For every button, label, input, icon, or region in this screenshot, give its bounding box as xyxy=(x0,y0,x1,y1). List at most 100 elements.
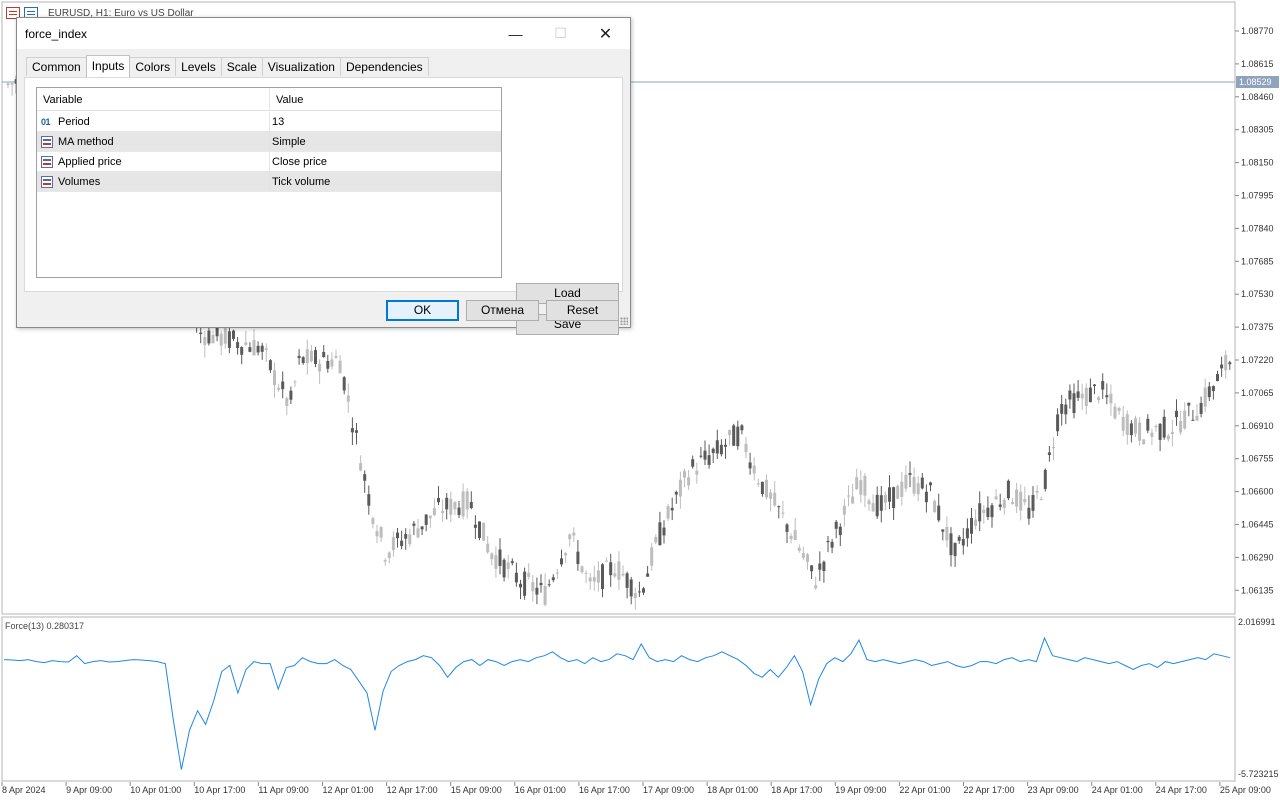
candle-body xyxy=(580,566,584,573)
table-row[interactable]: Applied price Close price xyxy=(37,152,501,172)
variable-value[interactable]: Tick volume xyxy=(269,172,501,192)
candle-body xyxy=(752,465,756,474)
candle-body xyxy=(769,492,773,499)
time-axis-label: 8 Apr 2024 xyxy=(2,785,46,795)
indicator-min-label: -5.723215 xyxy=(1238,769,1279,779)
candle-body xyxy=(1129,423,1133,436)
candle-body xyxy=(264,348,268,350)
inputs-grid: Variable Value 01 Period 13 MA method Si… xyxy=(36,87,502,278)
candle-body xyxy=(674,491,678,495)
resize-grip-icon[interactable] xyxy=(620,317,628,325)
maximize-icon[interactable]: ☐ xyxy=(538,18,583,49)
time-axis-label: 9 Apr 09:00 xyxy=(66,785,112,795)
candle-body xyxy=(732,425,736,446)
candle-body xyxy=(498,549,502,566)
variable-name: Applied price xyxy=(58,156,122,168)
price-axis-label: 1.06445 xyxy=(1241,520,1274,530)
candle-body xyxy=(949,533,953,556)
table-row[interactable]: MA method Simple xyxy=(37,132,501,152)
candle-body xyxy=(994,496,998,500)
candle-body xyxy=(453,502,457,510)
minimize-icon[interactable]: — xyxy=(493,18,538,49)
time-axis-label: 10 Apr 01:00 xyxy=(130,785,181,795)
time-axis-label: 16 Apr 17:00 xyxy=(579,785,630,795)
candle-body xyxy=(412,523,416,526)
candle-body xyxy=(990,505,994,518)
candle-body xyxy=(765,479,768,498)
candle-body xyxy=(478,521,481,538)
variable-value[interactable]: 13 xyxy=(269,112,501,132)
candle-body xyxy=(416,528,420,538)
candle-body xyxy=(588,577,592,582)
candle-body xyxy=(223,328,227,344)
price-axis-label: 1.06910 xyxy=(1241,421,1274,431)
header-value[interactable]: Value xyxy=(269,88,501,111)
candle-body xyxy=(953,542,957,557)
candle-body xyxy=(1158,423,1162,440)
reset-button[interactable]: Reset xyxy=(546,300,619,321)
dialog-titlebar[interactable]: force_index — ☐ ✕ xyxy=(17,18,630,49)
candle-body xyxy=(564,553,568,556)
ok-button[interactable]: OK xyxy=(386,300,459,321)
price-axis-label: 1.08460 xyxy=(1241,92,1274,102)
force-index-chart[interactable]: 2.016991 -5.723215 xyxy=(0,616,1280,782)
candle-body xyxy=(1064,404,1068,415)
tab-levels[interactable]: Levels xyxy=(175,57,222,76)
tab-colors[interactable]: Colors xyxy=(129,57,177,76)
candle-body xyxy=(1072,393,1076,414)
candle-body xyxy=(273,370,276,386)
candle-body xyxy=(937,505,941,521)
table-row[interactable]: 01 Period 13 xyxy=(37,112,501,132)
variable-value[interactable]: Close price xyxy=(269,152,501,172)
candle-body xyxy=(359,463,363,471)
candle-body xyxy=(383,559,387,562)
tab-scale[interactable]: Scale xyxy=(220,57,263,76)
price-axis-label: 1.07840 xyxy=(1241,223,1274,233)
candle-body xyxy=(736,426,740,447)
close-icon[interactable]: ✕ xyxy=(583,18,628,49)
candle-body xyxy=(941,529,945,532)
time-axis-label: 18 Apr 01:00 xyxy=(707,785,758,795)
candle-body xyxy=(773,492,777,506)
table-row[interactable]: Volumes Tick volume xyxy=(37,172,501,192)
candle-body xyxy=(609,562,613,576)
candle-body xyxy=(428,515,432,519)
candle-body xyxy=(244,342,248,345)
candle-body xyxy=(838,526,842,536)
candle-body xyxy=(629,579,633,597)
header-variable[interactable]: Variable xyxy=(37,88,269,111)
candle-body xyxy=(285,398,289,407)
variable-value[interactable]: Simple xyxy=(269,132,501,152)
candle-body xyxy=(305,349,309,364)
candle-body xyxy=(613,573,617,577)
cancel-button[interactable]: Отмена xyxy=(466,300,539,321)
candle-body xyxy=(318,363,322,372)
candle-body xyxy=(1179,420,1183,433)
current-price-label: 1.08529 xyxy=(1239,77,1272,87)
candle-body xyxy=(1105,395,1109,398)
candle-body xyxy=(1117,408,1121,412)
candle-body xyxy=(219,333,223,346)
tab-visualization[interactable]: Visualization xyxy=(261,57,341,76)
tab-common[interactable]: Common xyxy=(26,57,87,76)
candle-body xyxy=(527,572,531,577)
price-axis-label: 1.06755 xyxy=(1241,454,1274,464)
candle-body xyxy=(236,342,240,349)
candle-body xyxy=(818,563,822,570)
candle-body xyxy=(834,521,838,529)
price-axis-label: 1.06290 xyxy=(1241,552,1274,562)
time-axis-label: 22 Apr 17:00 xyxy=(964,785,1015,795)
candle-body xyxy=(1023,498,1027,503)
candle-body xyxy=(646,573,650,577)
candle-body xyxy=(744,443,748,453)
candle-body xyxy=(473,524,477,528)
candle-body xyxy=(703,450,707,460)
tab-dependencies[interactable]: Dependencies xyxy=(339,57,429,76)
candle-body xyxy=(207,330,211,344)
tab-inputs[interactable]: Inputs xyxy=(85,55,131,77)
indicator-label: Force(13) 0.280317 xyxy=(5,621,85,631)
candle-body xyxy=(584,572,588,574)
candle-body xyxy=(297,355,301,359)
candle-body xyxy=(1211,386,1215,392)
candle-body xyxy=(1166,435,1170,440)
